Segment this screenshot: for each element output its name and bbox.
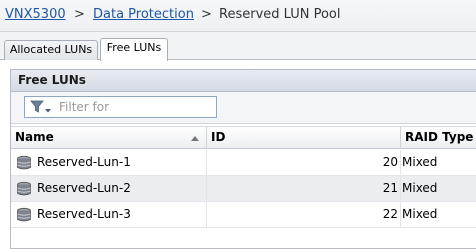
cell-name: Reserved-Lun-1 <box>11 150 207 175</box>
tab-allocated-luns[interactable]: Allocated LUNs <box>4 40 98 60</box>
cell-raid-type: Mixed <box>402 207 438 221</box>
column-header-name[interactable]: Name <box>11 127 207 149</box>
breadcrumb-link-data-protection[interactable]: Data Protection <box>93 7 194 22</box>
column-header-label: Name <box>15 130 54 144</box>
column-header-id[interactable]: ID <box>207 127 401 149</box>
panel-title: Free LUNs <box>11 70 476 92</box>
tab-free-luns[interactable]: Free LUNs <box>100 38 168 61</box>
free-luns-panel: Free LUNs Name ID RAID Type <box>10 69 476 249</box>
table-row[interactable]: Reserved-Lun-3 22 Mixed <box>11 202 476 228</box>
filter-input[interactable] <box>57 98 217 116</box>
chevron-down-icon <box>45 109 51 113</box>
cell-raid-type: Mixed <box>402 181 438 195</box>
cell-id: 21 <box>207 176 401 201</box>
cell-raid-type: Mixed <box>402 155 438 169</box>
table-row[interactable]: Reserved-Lun-2 21 Mixed <box>11 176 476 202</box>
filter-dropdown-button[interactable] <box>27 98 55 116</box>
table-row[interactable]: Reserved-Lun-1 20 Mixed <box>11 150 476 176</box>
cell-name: Reserved-Lun-3 <box>11 202 207 227</box>
breadcrumb-link-vnx5300[interactable]: VNX5300 <box>5 7 66 22</box>
column-header-raid-type[interactable]: RAID Type <box>401 127 476 149</box>
column-header-label: RAID Type <box>405 130 474 144</box>
filter-box <box>24 96 217 118</box>
breadcrumb: VNX5300 > Data Protection > Reserved LUN… <box>0 0 476 32</box>
breadcrumb-current: Reserved LUN Pool <box>219 7 341 22</box>
breadcrumb-separator: > <box>201 7 212 22</box>
breadcrumb-separator: > <box>74 7 85 22</box>
sort-ascending-icon <box>191 136 199 141</box>
filter-bar <box>11 92 476 124</box>
cell-id: 20 <box>207 150 401 175</box>
table-header: Name ID RAID Type <box>11 126 476 149</box>
cell-id: 22 <box>207 202 401 227</box>
cell-name: Reserved-Lun-2 <box>11 176 207 201</box>
tab-bar: Allocated LUNs Free LUNs <box>0 32 476 61</box>
column-header-label: ID <box>211 130 226 144</box>
